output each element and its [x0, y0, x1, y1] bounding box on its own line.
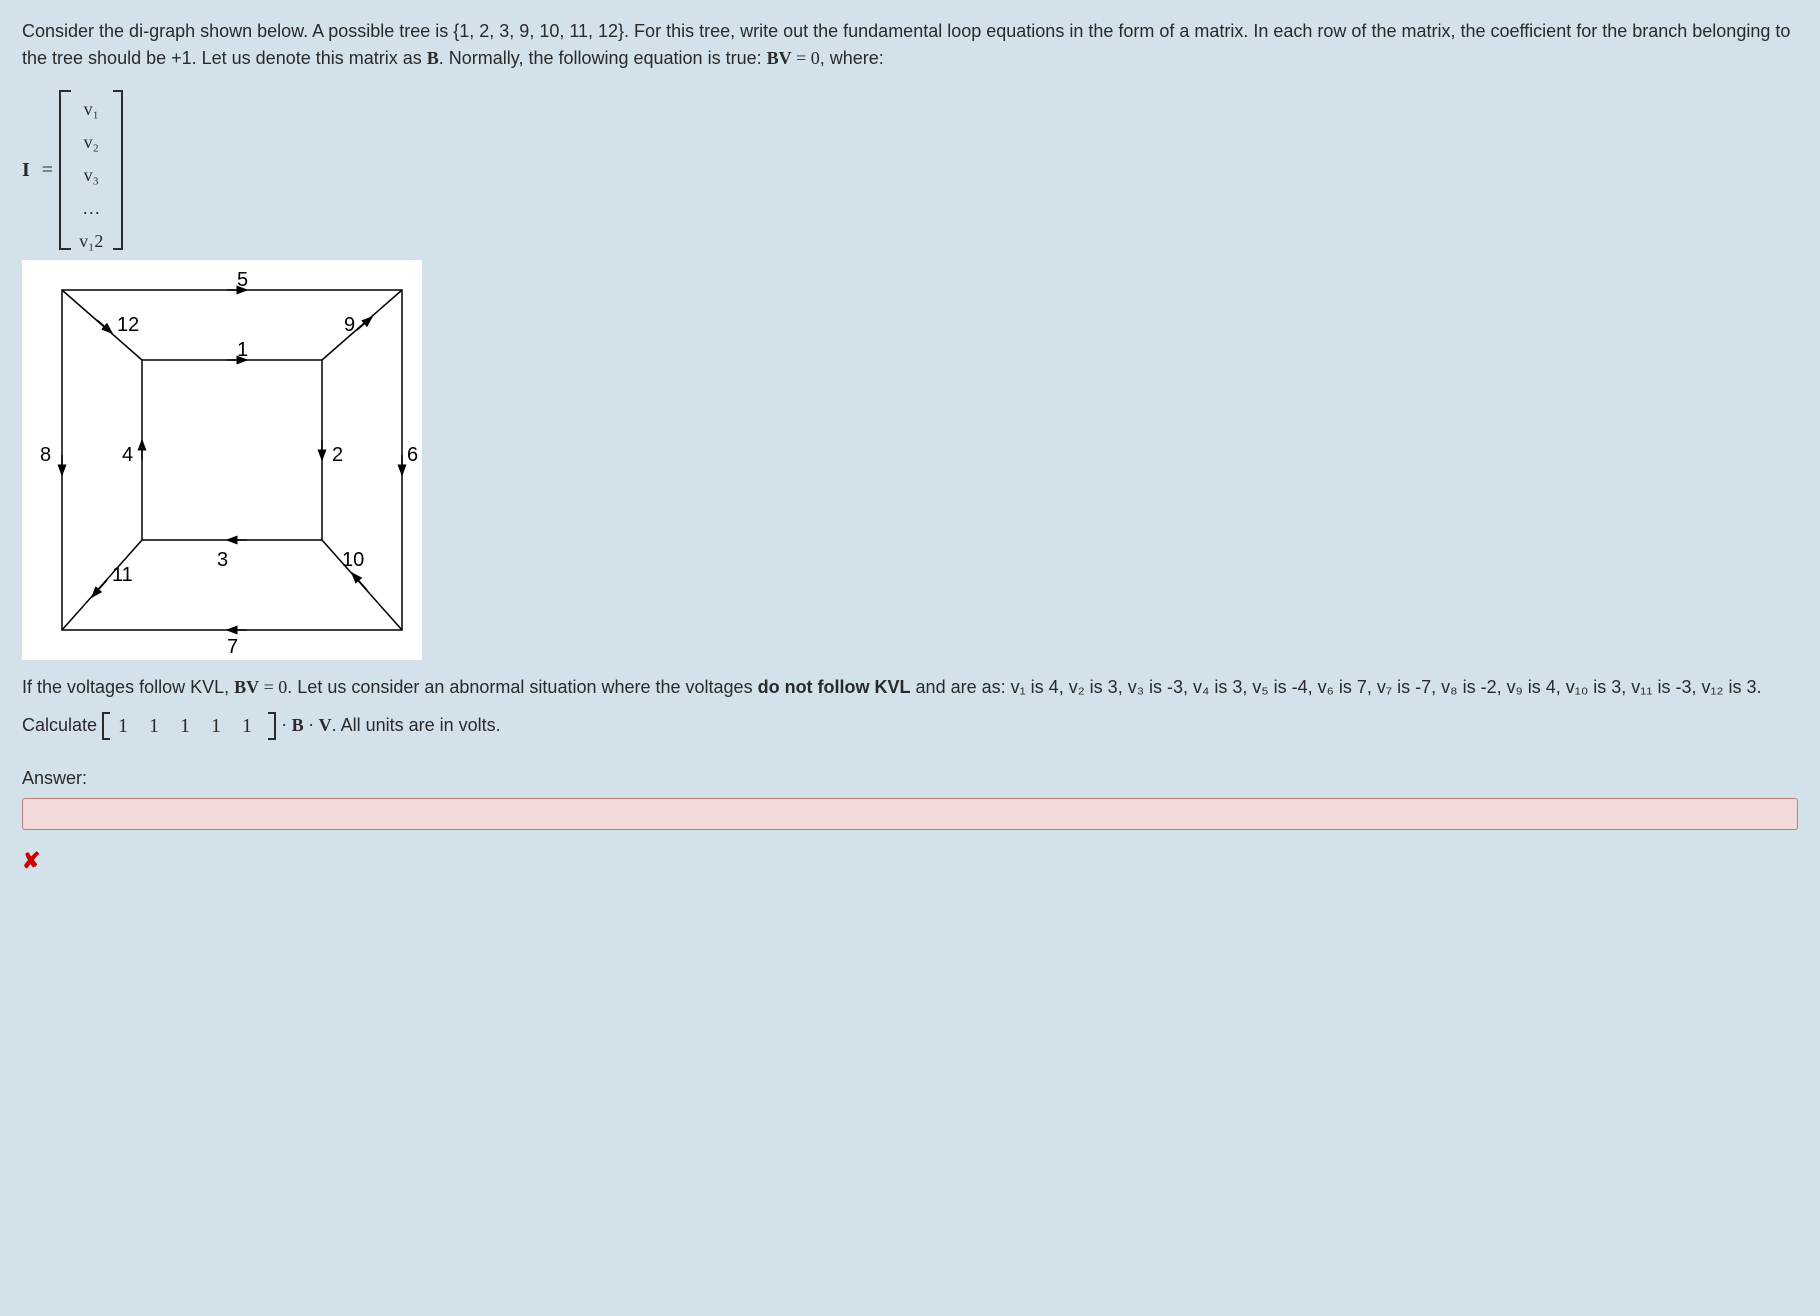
problem-paragraph-1: Consider the di-graph shown below. A pos…: [22, 18, 1798, 72]
right-bracket: [113, 90, 123, 250]
calc-text-a: Calculate: [22, 715, 102, 735]
edge-label-5: 5: [237, 265, 248, 295]
p2-text-a: If the voltages follow KVL,: [22, 677, 234, 697]
bv-symbol-2: BV: [234, 677, 259, 697]
edge-label-2: 2: [332, 440, 343, 470]
bv-symbol: BV: [767, 48, 792, 68]
vector-entry: v₂: [84, 129, 99, 156]
edge-label-6: 6: [407, 440, 418, 470]
intro-text-c: , where:: [820, 48, 884, 68]
incorrect-icon: ✘: [22, 844, 1798, 877]
vector-definition: I = v₁ v₂ v₃ … v₁2: [22, 90, 123, 250]
digraph-figure: 5 1 12 9 8 4 2 6 3 10 11 7: [22, 260, 422, 660]
equals-sign: =: [42, 155, 53, 185]
vector-entry: v₁: [84, 96, 99, 123]
vector-entry: …: [82, 195, 100, 222]
eq-zero: = 0: [792, 48, 820, 68]
left-bracket: [59, 90, 69, 250]
vector-label: I: [22, 155, 30, 185]
dot-2: ·: [304, 715, 319, 735]
edge-label-3: 3: [217, 545, 228, 575]
calculate-line: Calculate 1 1 1 1 1 · B · V. All units a…: [22, 711, 1798, 741]
dot-1: ·: [281, 715, 292, 735]
edge-label-9: 9: [344, 310, 355, 340]
problem-paragraph-2: If the voltages follow KVL, BV = 0. Let …: [22, 674, 1798, 701]
edge-label-1: 1: [237, 335, 248, 365]
edge-label-4: 4: [122, 440, 133, 470]
answer-block: Answer:: [22, 765, 1798, 830]
matrix-b-symbol: B: [427, 48, 439, 68]
p2-bold: do not follow KVL: [758, 677, 911, 697]
edge-label-11: 11: [112, 560, 133, 590]
intro-text-b: . Normally, the following equation is tr…: [439, 48, 767, 68]
edge-label-8: 8: [40, 440, 51, 470]
calc-text-b: . All units are in volts.: [332, 715, 501, 735]
vector-entry: v₃: [84, 162, 99, 189]
edge-label-10: 10: [342, 545, 364, 575]
p2-text-c: and are as: v₁ is 4, v₂ is 3, v₃ is -3, …: [911, 677, 1762, 697]
answer-input[interactable]: [22, 798, 1798, 830]
row-vector: 1 1 1 1 1: [102, 711, 276, 741]
eq-zero-2: = 0: [259, 677, 287, 697]
p2-text-b: . Let us consider an abnormal situation …: [287, 677, 757, 697]
edge-label-12: 12: [117, 310, 139, 340]
vector-entry: v₁2: [79, 228, 103, 255]
row-vector-values: 1 1 1 1 1: [110, 711, 268, 741]
b-sym: B: [292, 715, 304, 735]
edge-label-7: 7: [227, 632, 238, 662]
v-sym: V: [319, 715, 332, 735]
answer-label: Answer:: [22, 765, 1798, 792]
intro-text-a: Consider the di-graph shown below. A pos…: [22, 21, 1790, 68]
vector-entries: v₁ v₂ v₃ … v₁2: [69, 90, 113, 250]
